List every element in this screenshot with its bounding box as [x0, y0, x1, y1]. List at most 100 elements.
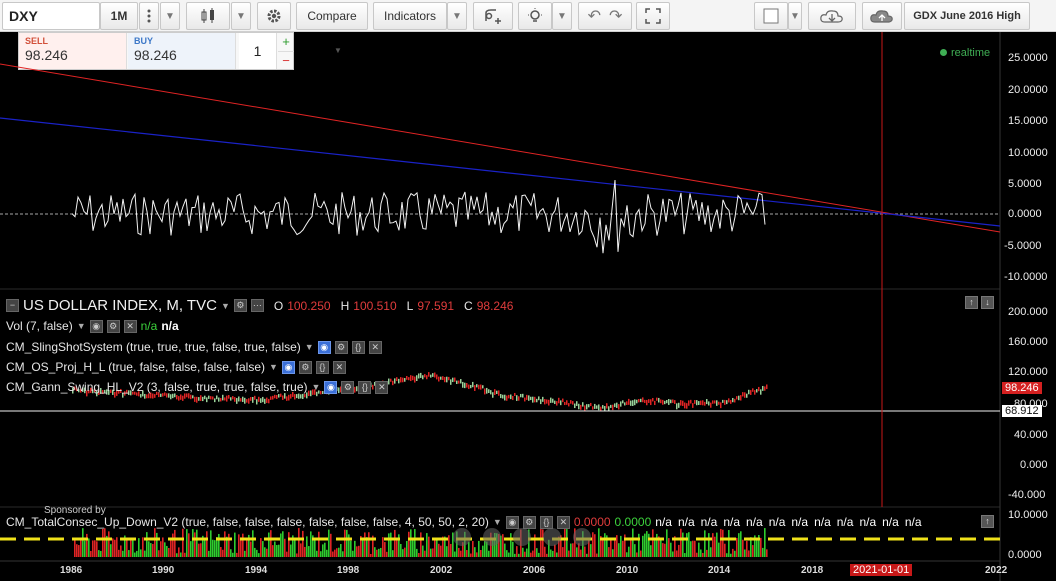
symbol-input[interactable]: DXY	[2, 2, 100, 30]
price-bar	[552, 398, 554, 403]
indicator-dropdown-icon[interactable]: ▼	[269, 362, 278, 372]
blue-trend-line[interactable]	[0, 117, 1001, 227]
indicator-dropdown-icon[interactable]: ▼	[493, 517, 502, 527]
interval-menu-icon[interactable]	[139, 2, 159, 30]
histogram-bar	[358, 545, 360, 557]
cursor-date-tag: 2021-01-01	[850, 564, 913, 576]
remove-indicator-icon[interactable]: ✕	[375, 380, 389, 394]
histogram-bar	[76, 544, 78, 557]
cloud-load-icon[interactable]	[808, 2, 856, 30]
redo-icon[interactable]: ↷	[609, 6, 622, 26]
histogram-bar	[174, 529, 176, 557]
saved-layout-button[interactable]: GDX June 2016 High	[904, 2, 1030, 30]
collapse-pane-icon[interactable]: −	[6, 299, 19, 312]
histogram-bar	[690, 541, 692, 557]
indicators-button[interactable]: Indicators	[373, 2, 447, 30]
histogram-bar	[480, 550, 482, 557]
remove-indicator-icon[interactable]: ✕	[556, 515, 570, 529]
price-bar	[264, 398, 266, 404]
layout-dropdown-icon[interactable]: ▼	[788, 2, 802, 30]
compare-button[interactable]: Compare	[296, 2, 368, 30]
histogram-bar	[510, 533, 512, 557]
histogram-bar	[512, 541, 514, 557]
settings-gear-icon[interactable]	[257, 2, 291, 30]
indicator-settings-icon[interactable]: ⚙	[334, 340, 348, 354]
indicator-dropdown-icon[interactable]: ▼	[305, 342, 314, 352]
indicator-settings-icon[interactable]: ⚙	[522, 515, 536, 529]
fullscreen-icon[interactable]	[636, 2, 670, 30]
visibility-eye-icon[interactable]: ◉	[317, 340, 331, 354]
pane-up-icon[interactable]: ↑	[965, 296, 978, 309]
indicator-name[interactable]: CM_TotalConsec_Up_Down_V2 (true, false, …	[6, 515, 489, 529]
histogram-bar	[608, 547, 610, 557]
series-more-icon[interactable]: ⋯	[250, 299, 264, 312]
indicator-settings-icon[interactable]: ⚙	[106, 319, 120, 333]
series-settings-icon[interactable]: ⚙	[233, 299, 247, 312]
visibility-eye-icon[interactable]: ◉	[281, 360, 295, 374]
price-bar	[170, 394, 172, 400]
visibility-eye-icon[interactable]: ◉	[324, 380, 338, 394]
histogram-bar	[508, 552, 510, 557]
price-bar	[500, 394, 502, 399]
indicator-settings-icon[interactable]: ⚙	[341, 380, 355, 394]
chart-style-dropdown-icon[interactable]: ▼	[231, 2, 251, 30]
histogram-bar	[88, 538, 90, 557]
price-bar	[540, 399, 542, 405]
candlestick-style-icon[interactable]	[186, 2, 230, 30]
source-code-icon[interactable]: {}	[358, 380, 372, 394]
histogram-bar	[86, 533, 88, 557]
indicator-name[interactable]: Vol (7, false)	[6, 319, 73, 333]
indicators-dropdown-icon[interactable]: ▼	[447, 2, 467, 30]
price-bar	[466, 383, 468, 388]
indicator-dropdown-icon[interactable]: ▼	[77, 321, 86, 331]
pane-down-icon[interactable]: ↓	[981, 296, 994, 309]
visibility-eye-icon[interactable]: ◉	[89, 319, 103, 333]
histogram-bar	[552, 550, 554, 557]
price-bar	[198, 397, 200, 401]
indicator-name[interactable]: CM_Gann_Swing_HL_V2 (3, false, true, tru…	[6, 380, 307, 394]
source-code-icon[interactable]: {}	[539, 515, 553, 529]
source-code-icon[interactable]: {}	[315, 360, 329, 374]
interval-button[interactable]: 1M	[100, 2, 138, 30]
histogram-bar	[628, 546, 630, 557]
price-bar	[180, 394, 182, 400]
ideas-dropdown-icon[interactable]: ▼	[552, 2, 572, 30]
oscillator-line[interactable]	[71, 179, 766, 254]
undo-icon[interactable]: ↶	[588, 6, 601, 26]
price-bar	[404, 378, 406, 382]
year-label: 1990	[152, 565, 175, 576]
source-code-icon[interactable]: {}	[351, 340, 365, 354]
red-trend-line[interactable]	[0, 63, 1001, 233]
histogram-bar	[472, 541, 474, 557]
layout-square-icon[interactable]	[754, 2, 788, 30]
series-dropdown-icon[interactable]: ▼	[221, 301, 230, 311]
interval-dropdown-icon[interactable]: ▼	[160, 2, 180, 30]
indicator-dropdown-icon[interactable]: ▼	[311, 382, 320, 392]
indicator-settings-icon[interactable]: ⚙	[298, 360, 312, 374]
alert-add-icon[interactable]	[473, 2, 513, 30]
remove-indicator-icon[interactable]: ✕	[123, 319, 137, 333]
price-bar	[596, 405, 598, 409]
price-bar	[260, 398, 262, 403]
price-bar	[608, 406, 610, 411]
indicator-name[interactable]: CM_OS_Proj_H_L (true, false, false, fals…	[6, 360, 265, 374]
price-bar	[506, 395, 508, 401]
remove-indicator-icon[interactable]: ✕	[368, 340, 382, 354]
histogram-bar	[466, 550, 468, 557]
y-tick: 5.0000	[1008, 178, 1042, 190]
remove-indicator-icon[interactable]: ✕	[332, 360, 346, 374]
histogram-bar	[662, 543, 664, 557]
price-bar	[750, 390, 752, 395]
visibility-eye-icon[interactable]: ◉	[505, 515, 519, 529]
bulb-ideas-icon[interactable]	[518, 2, 552, 30]
main-series-title[interactable]: US DOLLAR INDEX, M, TVC	[23, 297, 217, 314]
price-bar	[758, 386, 760, 392]
y-tick: 160.000	[1008, 336, 1048, 348]
price-bar	[300, 394, 302, 399]
cloud-save-icon[interactable]	[862, 2, 902, 30]
indicator-name[interactable]: CM_SlingShotSystem (true, true, true, fa…	[6, 340, 301, 354]
price-bar	[648, 399, 650, 403]
pane-up-icon[interactable]: ↑	[981, 515, 994, 528]
histogram-bar	[414, 529, 416, 557]
histogram-bar	[572, 543, 574, 557]
